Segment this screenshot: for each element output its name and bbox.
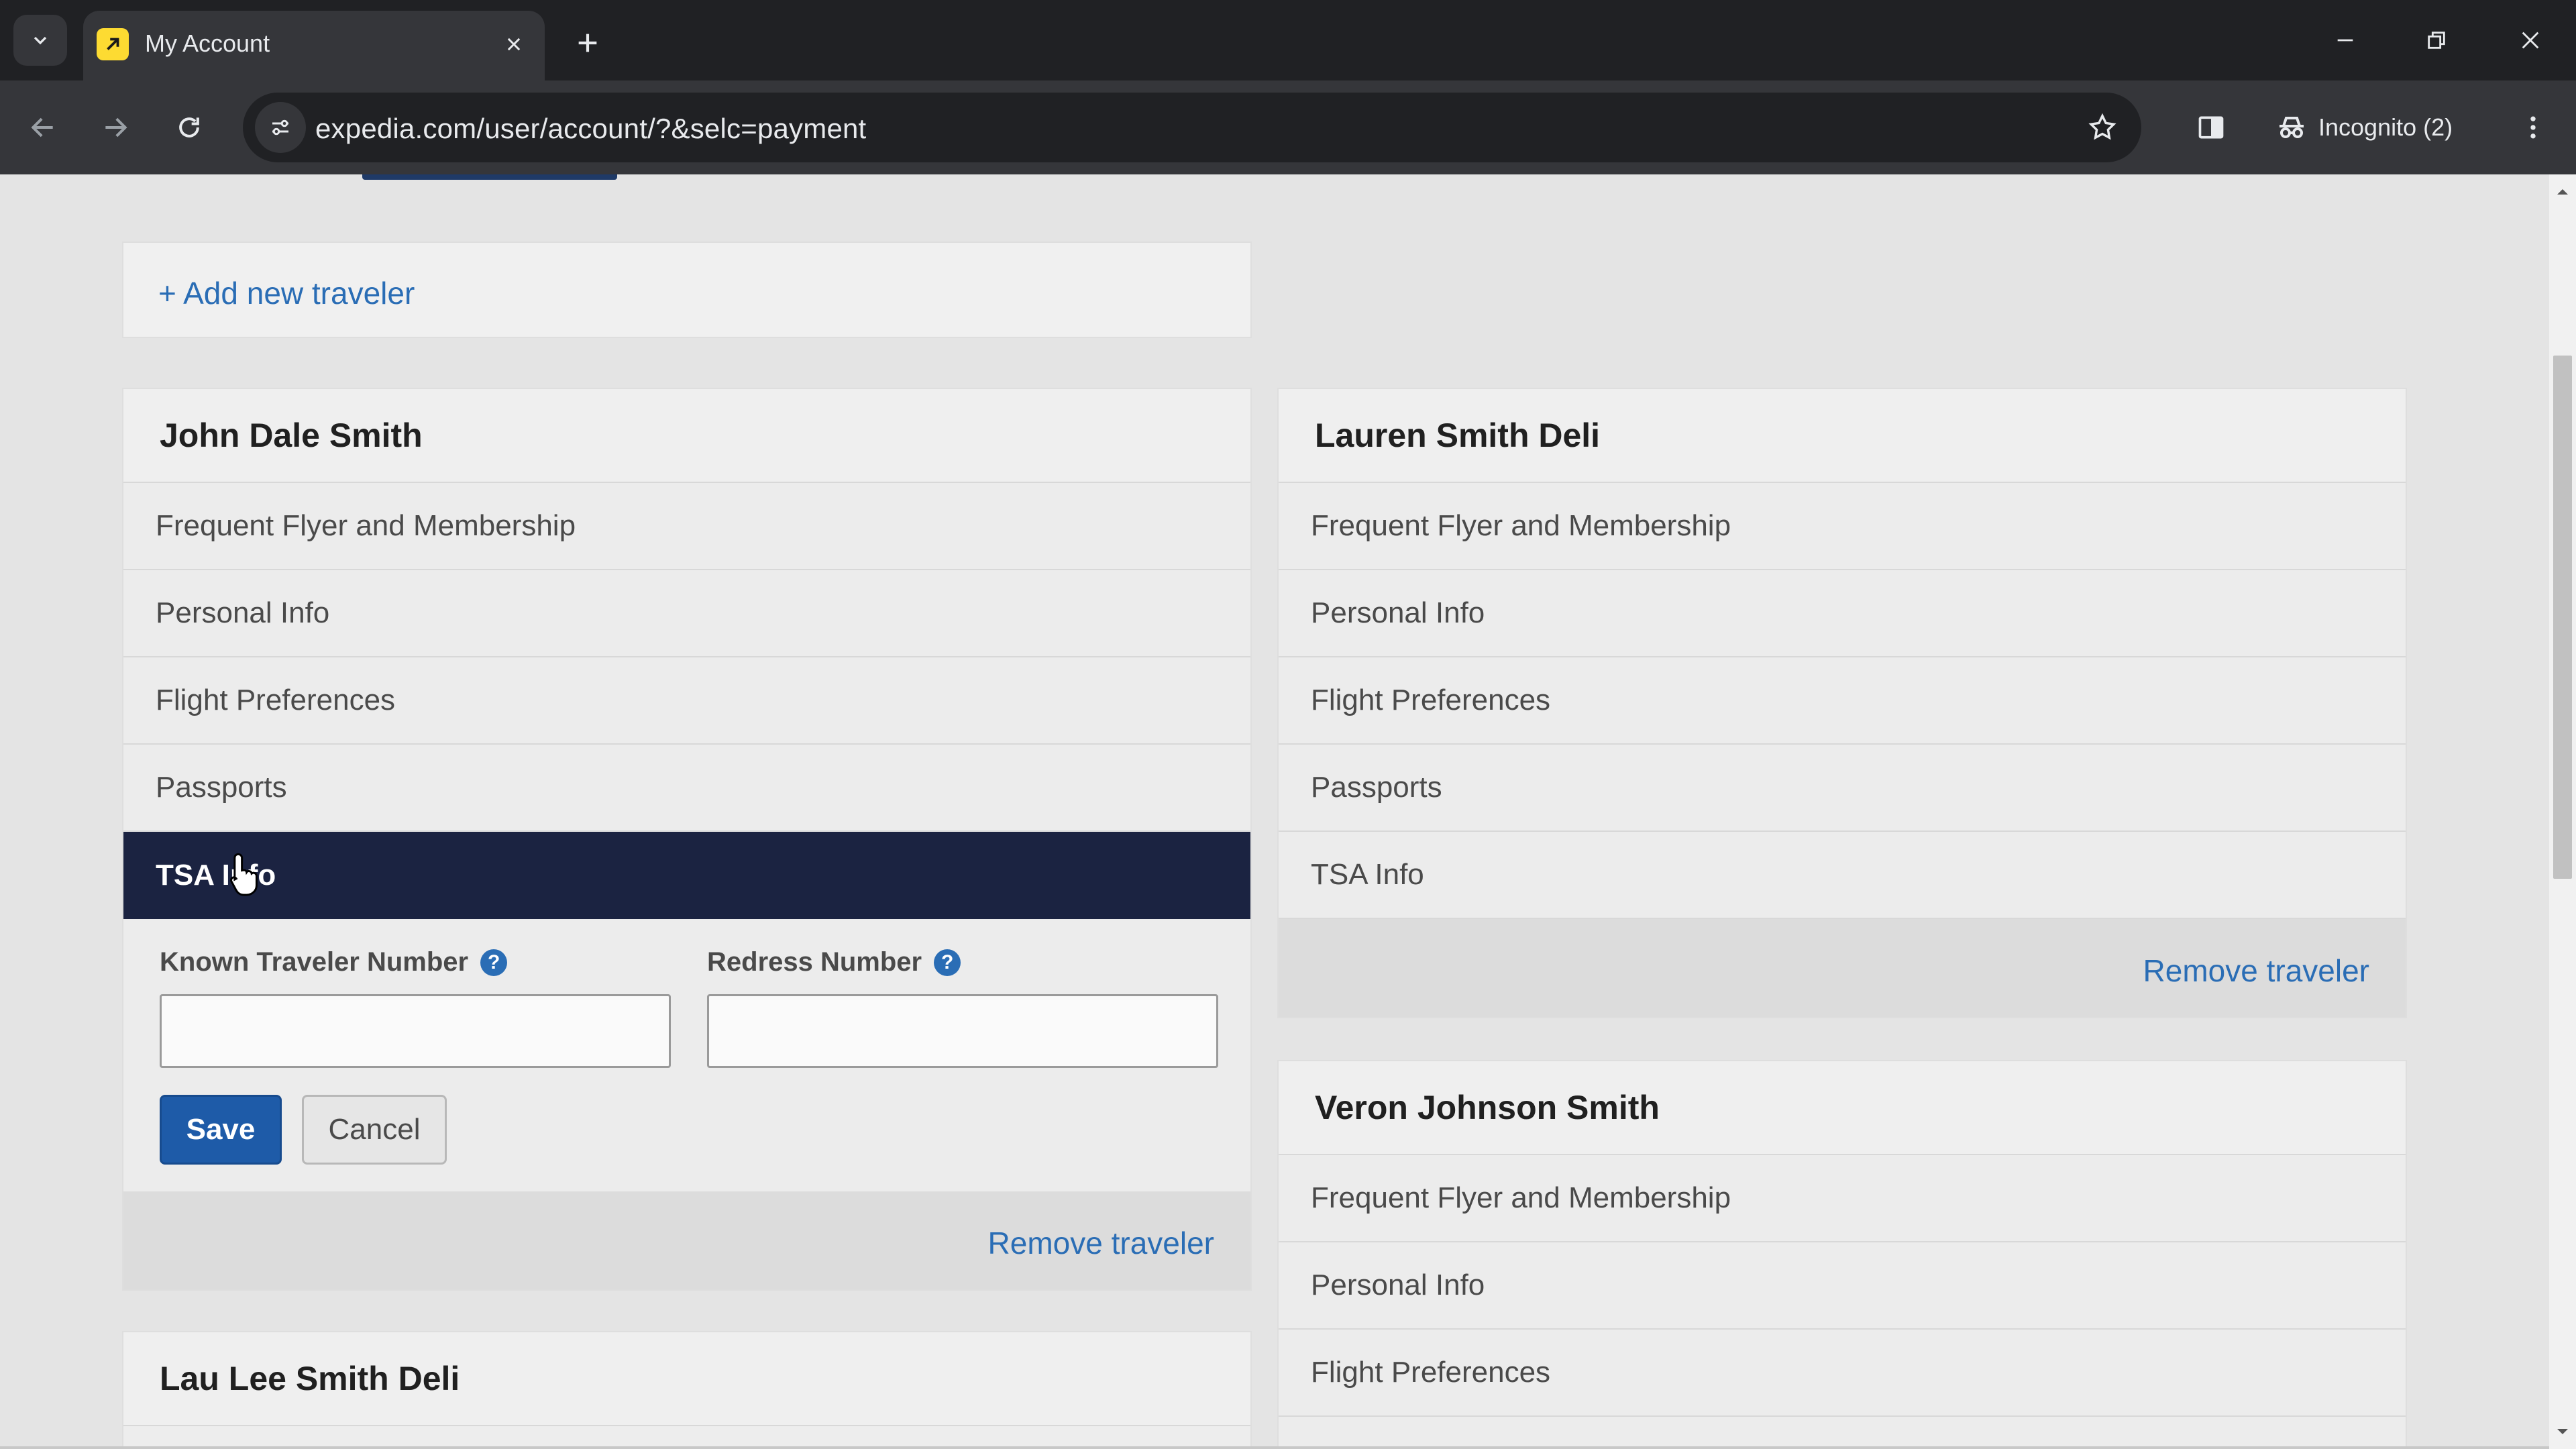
browser-tab-bar: My Account bbox=[0, 0, 2576, 80]
side-panel-button[interactable] bbox=[2187, 103, 2235, 152]
kebab-menu-icon bbox=[2530, 116, 2536, 139]
tsa-form: Known Traveler Number ? Redress Number ?… bbox=[123, 919, 1250, 1191]
chevron-down-icon bbox=[34, 36, 47, 45]
remove-traveler-link[interactable]: Remove traveler bbox=[988, 1225, 1214, 1261]
tab-title: My Account bbox=[145, 30, 270, 57]
redress-number-input[interactable] bbox=[707, 994, 1218, 1068]
viewport-bottom-edge bbox=[0, 1446, 2549, 1449]
page-scrollbar[interactable] bbox=[2549, 174, 2576, 1449]
traveler-name: Lau Lee Smith Deli bbox=[123, 1332, 1250, 1426]
traveler-row-flight-preferences[interactable]: Flight Preferences bbox=[1279, 657, 2406, 745]
traveler-name: Lauren Smith Deli bbox=[1279, 389, 2406, 483]
traveler-row-tsa-info[interactable]: TSA Info bbox=[123, 832, 1250, 919]
traveler-row-flight-preferences[interactable]: Flight Preferences bbox=[123, 657, 1250, 745]
traveler-name: Veron Johnson Smith bbox=[1279, 1061, 2406, 1155]
traveler-row-personal-info[interactable]: Personal Info bbox=[123, 570, 1250, 657]
known-traveler-label-group: Known Traveler Number ? bbox=[160, 947, 508, 977]
known-traveler-number-input[interactable] bbox=[160, 994, 671, 1068]
tab-search-button[interactable] bbox=[13, 15, 67, 66]
cancel-button[interactable]: Cancel bbox=[302, 1095, 447, 1165]
browser-menu-button[interactable] bbox=[2509, 103, 2557, 152]
traveler-row-frequent-flyer[interactable]: Frequent Flyer and Membership bbox=[1279, 483, 2406, 570]
reload-button[interactable] bbox=[165, 103, 213, 152]
traveler-card-lauren-smith-deli: Lauren Smith Deli Frequent Flyer and Mem… bbox=[1277, 388, 2407, 1018]
add-new-traveler-link[interactable]: + Add new traveler bbox=[158, 275, 415, 311]
redress-label: Redress Number bbox=[707, 947, 922, 977]
incognito-indicator[interactable]: Incognito (2) bbox=[2259, 95, 2481, 160]
site-info-icon[interactable] bbox=[255, 102, 306, 153]
traveler-card-footer: Remove traveler bbox=[1279, 919, 2406, 1017]
traveler-card-lau-lee-smith-deli: Lau Lee Smith Deli bbox=[122, 1331, 1252, 1449]
expedia-favicon-icon bbox=[97, 28, 129, 60]
scroll-up-icon[interactable] bbox=[2555, 184, 2571, 200]
remove-traveler-link[interactable]: Remove traveler bbox=[2143, 953, 2369, 989]
forward-button[interactable] bbox=[91, 103, 140, 152]
url-text[interactable]: expedia.com/user/account/?&selc=payment bbox=[315, 113, 866, 145]
incognito-label: Incognito (2) bbox=[2318, 113, 2453, 141]
page-viewport: + Add new traveler John Dale Smith Frequ… bbox=[0, 174, 2549, 1449]
incognito-icon bbox=[2279, 117, 2304, 138]
side-panel-icon bbox=[2198, 116, 2224, 139]
traveler-row-frequent-flyer[interactable]: Frequent Flyer and Membership bbox=[1279, 1155, 2406, 1242]
help-icon[interactable]: ? bbox=[480, 949, 508, 976]
scrollbar-thumb[interactable] bbox=[2553, 356, 2572, 879]
plus-icon bbox=[578, 34, 597, 52]
close-icon bbox=[2522, 32, 2539, 49]
scroll-down-icon[interactable] bbox=[2555, 1424, 2571, 1440]
traveler-row-flight-preferences[interactable]: Flight Preferences bbox=[1279, 1330, 2406, 1417]
traveler-card-veron-johnson-smith: Veron Johnson Smith Frequent Flyer and M… bbox=[1277, 1060, 2407, 1449]
active-section-indicator bbox=[362, 174, 617, 180]
forward-icon bbox=[105, 117, 127, 138]
traveler-name: John Dale Smith bbox=[123, 389, 1250, 483]
traveler-row-passports[interactable]: Passports bbox=[123, 745, 1250, 832]
help-icon[interactable]: ? bbox=[934, 949, 961, 976]
known-traveler-label: Known Traveler Number bbox=[160, 947, 469, 977]
traveler-card-footer: Remove traveler bbox=[123, 1191, 1250, 1289]
restore-icon bbox=[2428, 32, 2445, 49]
star-icon[interactable] bbox=[2081, 106, 2124, 149]
tab-close-icon[interactable] bbox=[495, 25, 533, 63]
minimize-button[interactable] bbox=[2313, 13, 2377, 67]
browser-toolbar: expedia.com/user/account/?&selc=payment … bbox=[0, 80, 2576, 174]
save-button[interactable]: Save bbox=[160, 1095, 282, 1165]
back-icon bbox=[31, 117, 53, 138]
traveler-row-passports[interactable]: Passports bbox=[1279, 745, 2406, 832]
traveler-row-personal-info[interactable]: Personal Info bbox=[1279, 570, 2406, 657]
traveler-row-tsa-info[interactable]: TSA Info bbox=[1279, 832, 2406, 919]
traveler-row-passports[interactable]: Passports bbox=[1279, 1417, 2406, 1449]
reload-icon bbox=[179, 117, 199, 138]
restore-button[interactable] bbox=[2404, 13, 2469, 67]
window-close-button[interactable] bbox=[2498, 13, 2563, 67]
new-tab-button[interactable] bbox=[564, 19, 612, 67]
cursor-icon bbox=[230, 853, 258, 896]
traveler-row-frequent-flyer[interactable]: Frequent Flyer and Membership bbox=[123, 483, 1250, 570]
add-traveler-card: + Add new traveler bbox=[122, 241, 1252, 338]
redress-label-group: Redress Number ? bbox=[707, 947, 961, 977]
traveler-row-personal-info[interactable]: Personal Info bbox=[1279, 1242, 2406, 1330]
minimize-icon bbox=[2337, 39, 2353, 42]
traveler-card-john-dale-smith: John Dale Smith Frequent Flyer and Membe… bbox=[122, 388, 1252, 1291]
address-bar[interactable]: expedia.com/user/account/?&selc=payment bbox=[243, 93, 2141, 162]
back-button[interactable] bbox=[19, 103, 67, 152]
browser-tab-my-account[interactable]: My Account bbox=[83, 11, 545, 80]
